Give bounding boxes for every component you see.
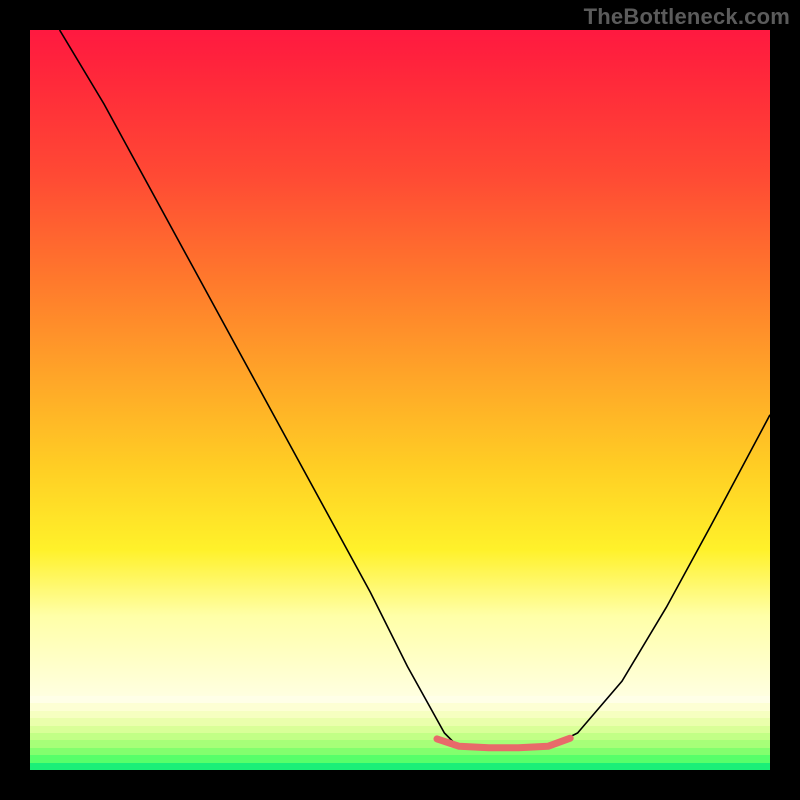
curve-layer <box>30 30 770 770</box>
plot-area <box>30 30 770 770</box>
watermark-text: TheBottleneck.com <box>584 4 790 30</box>
bottleneck-curve <box>60 30 770 748</box>
optimal-highlight <box>437 738 570 748</box>
chart-frame: TheBottleneck.com <box>0 0 800 800</box>
